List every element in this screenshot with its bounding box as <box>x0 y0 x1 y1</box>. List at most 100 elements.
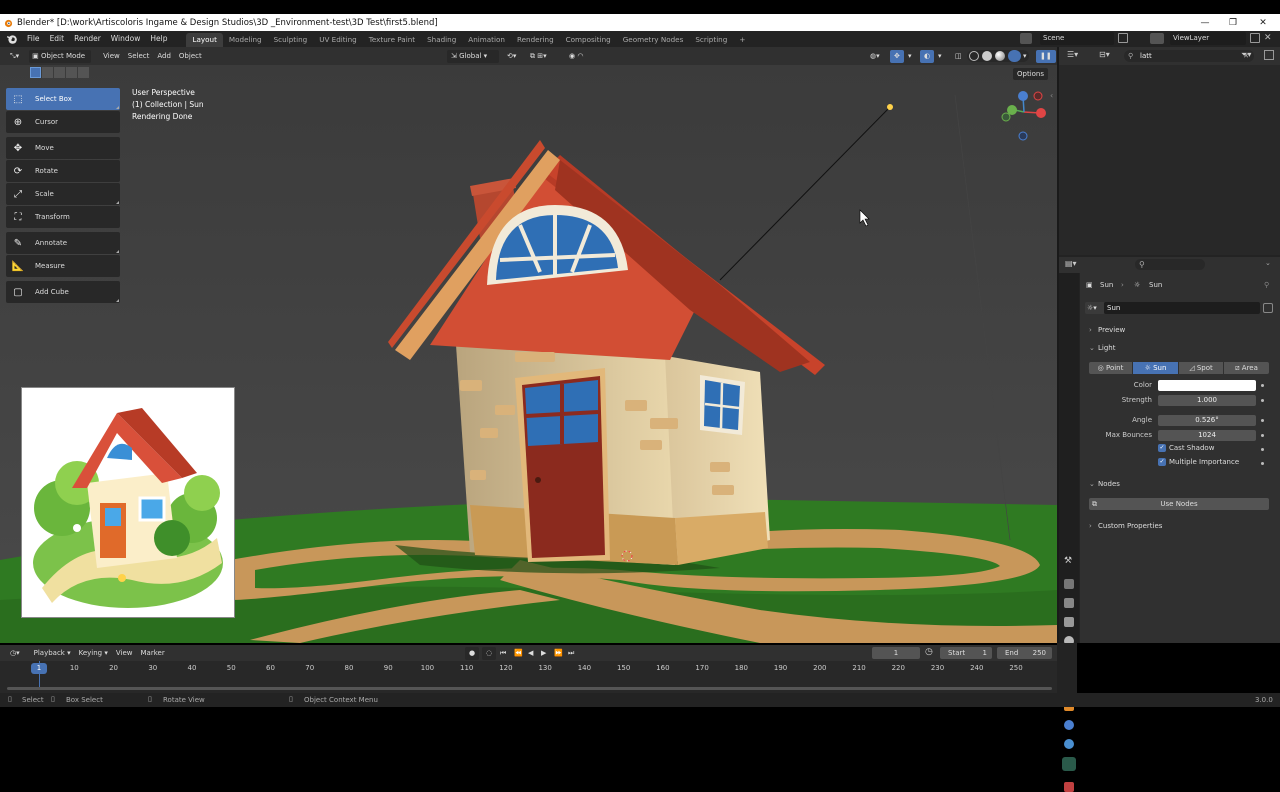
mode-selector[interactable]: ▣ Object Mode <box>29 49 92 63</box>
playback-menu[interactable]: Playback ▾ <box>30 647 75 660</box>
multiple-importance-keyframe-dot[interactable] <box>1261 462 1264 465</box>
select-subtract-icon[interactable] <box>54 67 65 78</box>
xray-icon[interactable]: ◫ <box>951 50 966 63</box>
filter-icon[interactable]: ⏷▾ <box>1241 50 1251 60</box>
editor-type-icon[interactable]: ⤡▾ <box>6 50 23 63</box>
light-data-tab-icon[interactable] <box>1062 757 1076 771</box>
sidebar-toggle-icon[interactable]: ‹ <box>1050 91 1053 100</box>
auto-keying-dropdown-icon[interactable]: ◌ <box>482 646 497 660</box>
new-view-layer-icon[interactable] <box>1250 33 1260 43</box>
custom-props-collapse-icon[interactable]: › <box>1089 522 1092 530</box>
proportional-edit-icon[interactable]: ◉ ◠ <box>565 50 587 63</box>
tab-uv-editing[interactable]: UV Editing <box>313 33 363 47</box>
play-icon[interactable]: ▶ <box>537 647 550 660</box>
tab-shading[interactable]: Shading <box>421 33 462 47</box>
new-scene-icon[interactable] <box>1118 33 1128 43</box>
material-shading-icon[interactable] <box>995 51 1005 61</box>
max-bounces-field[interactable]: 1024 <box>1158 430 1256 441</box>
angle-keyframe-dot[interactable] <box>1261 419 1264 422</box>
color-keyframe-dot[interactable] <box>1261 384 1264 387</box>
display-mode-icon[interactable]: ⊟▾ <box>1099 50 1110 59</box>
select-invert-icon[interactable] <box>66 67 77 78</box>
custom-properties-header[interactable]: Custom Properties <box>1098 522 1162 530</box>
cast-shadow-checkbox[interactable]: ✓ Cast Shadow <box>1158 444 1214 452</box>
physics-tab-icon[interactable] <box>1064 739 1074 749</box>
cast-shadow-keyframe-dot[interactable] <box>1261 448 1264 451</box>
tool-scale[interactable]: ⤢ Scale <box>6 183 120 205</box>
multiple-importance-checkbox[interactable]: ✓ Multiple Importance <box>1158 458 1239 466</box>
play-reverse-icon[interactable]: ◀ <box>524 647 537 660</box>
light-type-sun[interactable]: ☼ Sun <box>1133 362 1178 374</box>
outliner-editor-type-icon[interactable]: ☰▾ <box>1067 50 1078 59</box>
gizmo-dropdown-icon[interactable]: ▾ <box>904 50 916 63</box>
render-tab-icon[interactable] <box>1064 579 1074 589</box>
menu-edit[interactable]: Edit <box>45 31 70 47</box>
menu-add[interactable]: Add <box>153 50 175 63</box>
use-nodes-button[interactable]: ⧉ Use Nodes <box>1089 498 1269 510</box>
new-collection-icon[interactable] <box>1264 50 1274 60</box>
menu-help[interactable]: Help <box>145 31 172 47</box>
snap-icon[interactable]: ⧉ ⊞▾ <box>526 50 551 63</box>
tab-compositing[interactable]: Compositing <box>560 33 617 47</box>
modifiers-tab-icon[interactable] <box>1064 720 1074 730</box>
keying-menu[interactable]: Keying ▾ <box>75 647 112 660</box>
playhead-frame-indicator[interactable]: 1 <box>31 663 47 674</box>
restore-button[interactable]: ❐ <box>1218 14 1248 31</box>
solid-shading-icon[interactable] <box>982 51 992 61</box>
datablock-type-icon[interactable]: ☼▾ <box>1085 302 1105 314</box>
marker-menu[interactable]: Marker <box>137 647 169 660</box>
timeline-view-menu[interactable]: View <box>112 647 137 660</box>
tab-texture-paint[interactable]: Texture Paint <box>363 33 421 47</box>
tool-add-cube[interactable]: ▢ Add Cube <box>6 281 120 303</box>
gizmo-toggle-icon[interactable]: ✥ <box>890 49 904 63</box>
fake-user-icon[interactable] <box>1263 303 1273 313</box>
preview-range-icon[interactable]: ◷ <box>925 647 933 657</box>
frame-start-field[interactable]: Start 1 <box>940 647 992 659</box>
viewport-options-button[interactable]: Options <box>1013 68 1049 80</box>
view-layer-tab-icon[interactable] <box>1064 617 1074 627</box>
light-expand-icon[interactable]: ⌄ <box>1089 344 1095 352</box>
menu-window[interactable]: Window <box>106 31 146 47</box>
tab-layout[interactable]: Layout <box>186 32 223 47</box>
jump-start-icon[interactable]: ⏮ <box>496 647 510 660</box>
pin-icon[interactable]: ⚲ <box>1264 281 1269 289</box>
close-button[interactable]: ✕ <box>1248 14 1278 31</box>
strength-field[interactable]: 1.000 <box>1158 395 1256 406</box>
view-layer-icon[interactable] <box>1150 33 1164 44</box>
menu-view[interactable]: View <box>99 50 124 63</box>
output-tab-icon[interactable] <box>1064 598 1074 608</box>
select-intersect-icon[interactable] <box>78 67 89 78</box>
visibility-icon[interactable]: ◍▾ <box>866 50 884 63</box>
select-new-icon[interactable] <box>30 67 41 78</box>
menu-select[interactable]: Select <box>124 50 154 63</box>
light-type-point[interactable]: ◎ Point <box>1089 362 1132 374</box>
view-layer-selector[interactable]: ViewLayer <box>1170 32 1246 45</box>
select-extend-icon[interactable] <box>42 67 53 78</box>
preview-collapse-icon[interactable]: › <box>1089 326 1092 334</box>
light-panel-header[interactable]: Light <box>1098 344 1115 352</box>
remove-view-layer-icon[interactable]: ✕ <box>1264 33 1274 43</box>
preview-panel-header[interactable]: Preview <box>1098 326 1125 334</box>
tab-scripting[interactable]: Scripting <box>689 33 733 47</box>
nodes-expand-icon[interactable]: ⌄ <box>1089 480 1095 488</box>
scene-selector[interactable]: Scene <box>1040 32 1114 45</box>
properties-options-icon[interactable]: ⌄ <box>1265 259 1271 267</box>
strength-keyframe-dot[interactable] <box>1261 399 1264 402</box>
tool-move[interactable]: ✥ Move <box>6 137 120 159</box>
pivot-icon[interactable]: ⟲▾ <box>503 50 520 63</box>
add-workspace-button[interactable]: + <box>733 33 751 47</box>
properties-search-input[interactable]: ⚲ <box>1135 259 1205 270</box>
tab-animation[interactable]: Animation <box>462 33 511 47</box>
timeline-editor-type-icon[interactable]: ◷▾ <box>6 647 24 660</box>
overlay-dropdown-icon[interactable]: ▾ <box>934 50 946 63</box>
color-swatch[interactable] <box>1158 380 1256 391</box>
datablock-name-field[interactable]: Sun <box>1104 302 1260 314</box>
overlay-toggle-icon[interactable]: ◐ <box>920 49 935 63</box>
menu-file[interactable]: File <box>22 31 45 47</box>
minimize-button[interactable]: — <box>1190 14 1220 31</box>
menu-render[interactable]: Render <box>69 31 106 47</box>
light-type-area[interactable]: ⧄ Area <box>1224 362 1269 374</box>
tool-annotate[interactable]: ✎ Annotate <box>6 232 120 254</box>
tool-tab-icon[interactable]: ⚒ <box>1064 556 1074 566</box>
wireframe-shading-icon[interactable] <box>969 51 979 61</box>
